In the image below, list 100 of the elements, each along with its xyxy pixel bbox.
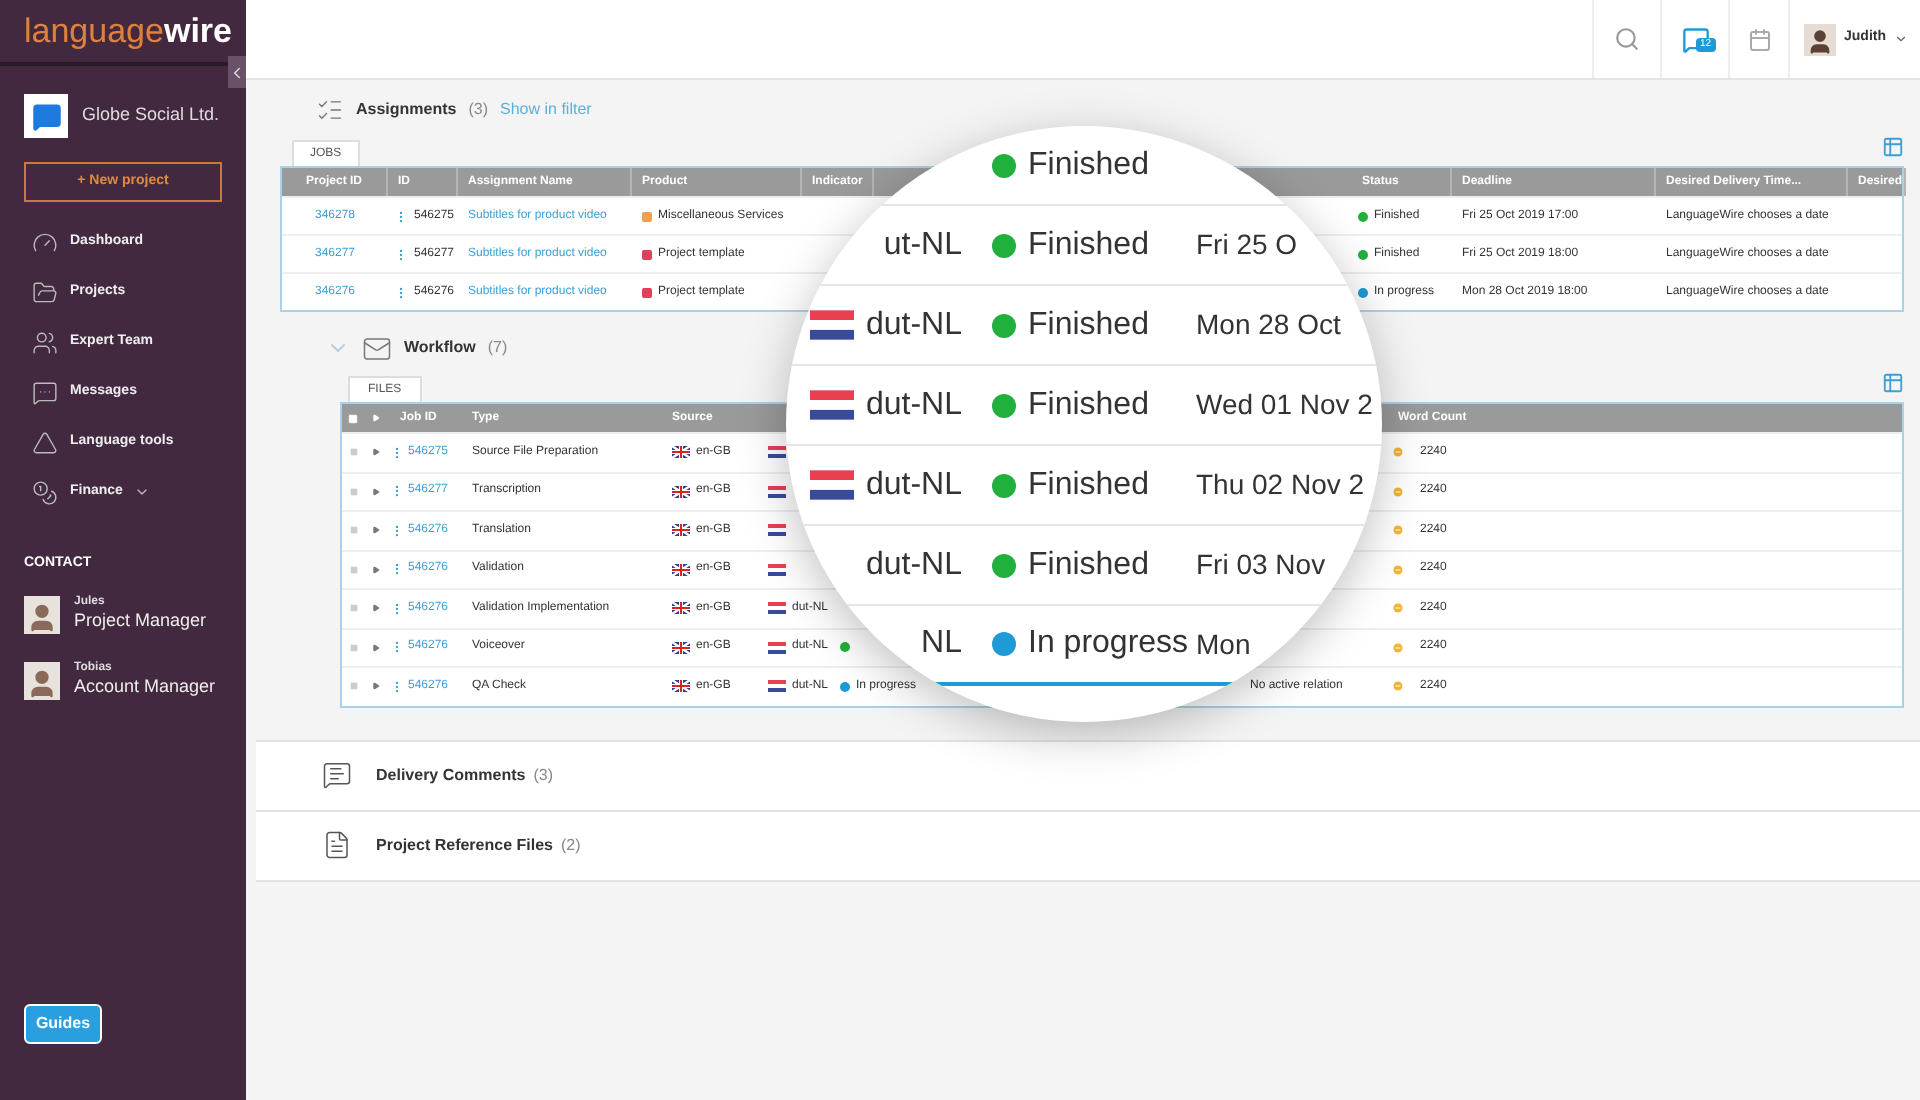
play-icon[interactable] bbox=[372, 682, 380, 691]
target-language: dut-NL bbox=[865, 305, 962, 345]
play-icon[interactable] bbox=[372, 448, 380, 457]
finance-icon bbox=[32, 479, 58, 505]
message-icon bbox=[1681, 25, 1709, 53]
comment-icon bbox=[322, 760, 352, 790]
more-icon[interactable] bbox=[390, 562, 404, 577]
more-icon[interactable] bbox=[394, 247, 408, 261]
more-icon[interactable] bbox=[390, 484, 404, 499]
contact-role: Project Manager bbox=[74, 610, 207, 633]
table-settings-icon[interactable] bbox=[1882, 136, 1904, 158]
more-icon[interactable] bbox=[394, 209, 408, 223]
square-icon[interactable] bbox=[349, 604, 357, 613]
square-icon bbox=[348, 413, 358, 423]
status-label: Finished bbox=[1028, 145, 1151, 185]
square-icon[interactable] bbox=[349, 565, 357, 574]
chevron-left-icon bbox=[228, 63, 246, 81]
minus-circle-icon bbox=[1392, 485, 1404, 498]
uk-flag-icon bbox=[672, 680, 690, 693]
minus-circle-icon bbox=[1392, 524, 1404, 537]
dutch-flag-icon bbox=[768, 602, 786, 615]
target-language: ut-NL bbox=[883, 225, 962, 265]
status-label: Finished bbox=[1028, 305, 1151, 345]
section-title: Project Reference Files bbox=[376, 833, 553, 857]
section-title: Assignments bbox=[356, 98, 457, 122]
play-icon[interactable] bbox=[372, 643, 380, 652]
minus-circle-icon bbox=[1392, 602, 1404, 615]
minus-circle-icon bbox=[1392, 680, 1404, 693]
dutch-flag-icon bbox=[810, 390, 854, 420]
projects-icon bbox=[32, 279, 58, 305]
show-in-filter-link[interactable]: Show in filter bbox=[500, 98, 592, 122]
date-text: Mon bbox=[1196, 625, 1251, 663]
team-icon bbox=[32, 329, 58, 355]
square-icon[interactable] bbox=[349, 448, 357, 457]
table-settings-icon[interactable] bbox=[1882, 372, 1904, 394]
contact-role: Account Manager bbox=[74, 676, 216, 699]
dutch-flag-icon bbox=[768, 641, 786, 654]
uk-flag-icon bbox=[672, 602, 690, 615]
section-title: Workflow bbox=[404, 336, 476, 360]
company-name: Globe Social Ltd. bbox=[82, 102, 220, 129]
target-language: dut-NL bbox=[865, 385, 962, 425]
document-icon bbox=[322, 830, 352, 860]
target-language: dut-NL bbox=[865, 465, 962, 505]
section-count: (7) bbox=[487, 336, 508, 360]
minus-circle-icon bbox=[1392, 563, 1404, 576]
square-icon[interactable] bbox=[349, 682, 357, 691]
list-icon bbox=[316, 96, 344, 124]
more-icon[interactable] bbox=[390, 640, 404, 655]
logo: languagewire bbox=[24, 14, 232, 48]
uk-flag-icon bbox=[672, 524, 690, 537]
messages-icon bbox=[32, 379, 58, 405]
play-icon[interactable] bbox=[372, 487, 380, 496]
collapse-button[interactable] bbox=[228, 56, 246, 88]
uk-flag-icon bbox=[672, 641, 690, 654]
section-count: (3) bbox=[468, 98, 489, 122]
search-icon bbox=[1614, 26, 1640, 52]
date-text: Fri 03 Nov bbox=[1196, 546, 1326, 584]
more-icon[interactable] bbox=[390, 445, 404, 460]
dutch-flag-icon bbox=[810, 470, 854, 500]
caret-icon bbox=[134, 484, 151, 500]
play-icon[interactable] bbox=[372, 565, 380, 574]
envelope-icon bbox=[362, 333, 392, 363]
collapsible-section[interactable]: Project Reference Files (2) bbox=[256, 809, 1920, 881]
dutch-flag-icon bbox=[768, 524, 786, 537]
section-count: (3) bbox=[533, 763, 553, 787]
status-label: Finished bbox=[1028, 385, 1151, 425]
calendar-icon bbox=[1747, 27, 1771, 51]
dutch-flag-icon bbox=[768, 563, 786, 576]
square-icon[interactable] bbox=[349, 526, 357, 535]
chat-icon bbox=[31, 101, 61, 131]
more-icon[interactable] bbox=[390, 523, 404, 538]
collapsible-section[interactable]: Delivery Comments (3) bbox=[256, 739, 1920, 811]
minus-circle-icon bbox=[1392, 446, 1404, 459]
square-icon[interactable] bbox=[349, 643, 357, 652]
more-icon[interactable] bbox=[390, 601, 404, 616]
uk-flag-icon bbox=[672, 563, 690, 576]
play-icon[interactable] bbox=[372, 526, 380, 535]
dutch-flag-icon bbox=[768, 485, 786, 498]
guides-button[interactable]: Guides bbox=[24, 1004, 102, 1044]
uk-flag-icon bbox=[672, 446, 690, 459]
more-icon[interactable] bbox=[394, 285, 408, 299]
section-title: Delivery Comments bbox=[376, 763, 526, 787]
more-icon[interactable] bbox=[390, 679, 404, 694]
target-language: NL bbox=[921, 624, 962, 664]
caret-icon bbox=[1894, 32, 1908, 46]
uk-flag-icon bbox=[672, 485, 690, 498]
target-language: dut-NL bbox=[865, 545, 962, 585]
section-count: (2) bbox=[560, 833, 581, 857]
minus-circle-icon bbox=[1392, 641, 1404, 654]
date-text: Thu 02 Nov 2 bbox=[1196, 466, 1365, 504]
status-label: Finished bbox=[1028, 545, 1151, 585]
square-icon[interactable] bbox=[349, 487, 357, 496]
dutch-flag-icon bbox=[768, 680, 786, 693]
status-label: Finished bbox=[1028, 465, 1151, 505]
dutch-flag-icon bbox=[768, 446, 786, 459]
play-icon[interactable] bbox=[372, 604, 380, 613]
dashboard-icon bbox=[32, 229, 58, 255]
date-text: Wed 01 Nov 2 bbox=[1196, 386, 1373, 424]
date-text: Fri 25 O bbox=[1196, 226, 1298, 264]
status-label: In progress bbox=[1028, 624, 1191, 664]
